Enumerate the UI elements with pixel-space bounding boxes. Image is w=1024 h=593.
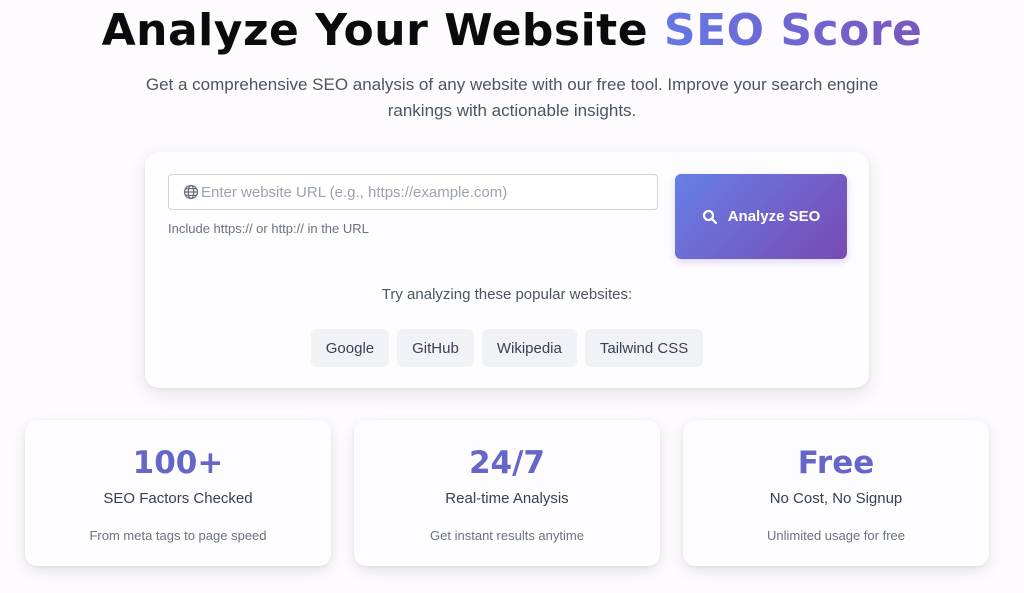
stat-value: Free [797, 445, 875, 481]
analyze-seo-label: Analyze SEO [727, 208, 821, 225]
site-chip-wikipedia[interactable]: Wikipedia [481, 329, 577, 367]
url-hint: Include https:// or http:// in the URL [168, 221, 369, 236]
stat-label: SEO Factors Checked [103, 490, 253, 507]
stat-card-realtime: 24/7 Real-time Analysis Get instant resu… [354, 420, 660, 566]
stat-value: 24/7 [468, 445, 546, 481]
popular-sites-list: Google GitHub Wikipedia Tailwind CSS [145, 329, 869, 367]
site-chip-github[interactable]: GitHub [397, 329, 474, 367]
stat-card-free: Free No Cost, No Signup Unlimited usage … [683, 420, 989, 566]
page-title: Analyze Your Website SEO Score [0, 4, 1024, 58]
title-main: Analyze Your Website [101, 5, 664, 56]
stat-card-factors: 100+ SEO Factors Checked From meta tags … [25, 420, 331, 566]
site-chip-tailwind[interactable]: Tailwind CSS [584, 329, 704, 367]
title-accent: SEO Score [663, 5, 923, 56]
stat-description: Unlimited usage for free [766, 528, 905, 543]
search-icon [702, 209, 718, 225]
analyzer-card: Include https:// or http:// in the URL A… [145, 152, 869, 388]
popular-sites-label: Try analyzing these popular websites: [381, 286, 633, 303]
stat-description: From meta tags to page speed [89, 528, 267, 543]
stat-value: 100+ [132, 445, 224, 481]
stat-label: No Cost, No Signup [769, 490, 903, 507]
page: Analyze Your Website SEO Score Get a com… [0, 0, 1024, 593]
stat-label: Real-time Analysis [445, 490, 569, 507]
stat-description: Get instant results anytime [430, 528, 584, 543]
url-input[interactable] [168, 174, 658, 210]
analyze-seo-button[interactable]: Analyze SEO [675, 174, 847, 259]
page-subtitle: Get a comprehensive SEO analysis of any … [145, 75, 879, 120]
site-chip-google[interactable]: Google [310, 329, 390, 367]
